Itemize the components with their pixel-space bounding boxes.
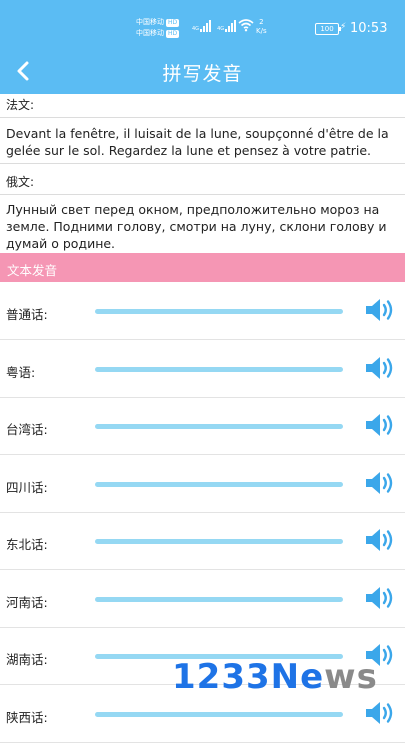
battery-icon: 100 <box>315 23 341 35</box>
dialect-row: 河南话: <box>0 570 405 628</box>
dialect-label: 四川话: <box>6 479 48 495</box>
audio-progress-track[interactable] <box>95 424 343 429</box>
charging-icon: ⚡ <box>340 22 347 32</box>
dialect-row: 四川话: <box>0 455 405 513</box>
dialect-label: 台湾话: <box>6 422 48 437</box>
divider <box>0 194 405 195</box>
net-type-1: 4G <box>192 26 200 32</box>
speaker-icon[interactable] <box>364 468 398 498</box>
signal-icon <box>225 20 237 32</box>
speed-unit: K/s <box>256 27 267 35</box>
russian-text: Лунный свет перед окном, предположительн… <box>6 202 387 251</box>
dialect-row: 东北话: <box>0 512 405 570</box>
section-title: 文本发音 <box>7 263 58 278</box>
audio-progress-track[interactable] <box>95 539 343 544</box>
clock: 10:53 <box>350 21 388 36</box>
dialect-label: 陕西话: <box>6 709 48 725</box>
dialect-row: 粤语: <box>0 340 405 398</box>
speaker-icon[interactable] <box>364 410 398 440</box>
dialect-label: 普通话: <box>6 307 48 322</box>
speaker-icon[interactable] <box>364 353 398 383</box>
russian-label: 俄文: <box>6 175 35 189</box>
audio-progress-track[interactable] <box>95 711 343 717</box>
watermark-blue: 1233Ne <box>172 657 325 697</box>
section-header: 文本发音 <box>0 253 405 282</box>
watermark-gray: ws <box>324 657 378 697</box>
status-bar: 中国移动 HD 中国移动 HD 4G 4G 2 K/s 100 ⚡ 10:53 <box>0 0 405 48</box>
dialect-label: 粤语: <box>6 364 36 380</box>
dialect-label: 东北话: <box>6 537 48 552</box>
net-type-2: 4G <box>217 26 225 32</box>
french-text: Devant la fenêtre, il luisait de la lune… <box>6 126 389 158</box>
network-speed: 2 K/s <box>256 18 267 36</box>
carrier-info: 中国移动 HD 中国移动 HD <box>136 17 180 39</box>
audio-progress-track[interactable] <box>95 309 343 314</box>
speaker-icon[interactable] <box>364 698 398 728</box>
hd-badge: HD <box>166 18 180 27</box>
dialect-row: 台湾话: <box>0 397 405 455</box>
page-title: 拼写发音 <box>162 63 243 85</box>
dialect-label: 河南话: <box>6 594 48 610</box>
french-label: 法文: <box>6 98 35 112</box>
watermark: 1233News <box>172 657 378 697</box>
signal-icons: 4G 4G <box>192 20 237 32</box>
speaker-icon[interactable] <box>364 295 398 325</box>
audio-progress-track[interactable] <box>95 596 343 602</box>
speaker-icon[interactable] <box>364 525 398 555</box>
battery-level: 100 <box>320 25 334 33</box>
speaker-icon[interactable] <box>364 583 398 613</box>
title-bar: 拼写发音 <box>0 48 405 94</box>
audio-progress-track[interactable] <box>95 481 343 487</box>
dialect-row: 普通话: <box>0 282 405 340</box>
signal-icon <box>200 20 212 32</box>
carrier-1: 中国移动 <box>136 18 164 26</box>
divider <box>0 163 405 164</box>
dialect-label: 湖南话: <box>6 652 48 667</box>
hd-badge: HD <box>166 29 180 38</box>
wifi-icon <box>238 19 254 32</box>
divider <box>0 117 405 118</box>
audio-progress-track[interactable] <box>95 366 343 372</box>
carrier-2: 中国移动 <box>136 29 164 37</box>
speed-value: 2 <box>259 18 264 26</box>
